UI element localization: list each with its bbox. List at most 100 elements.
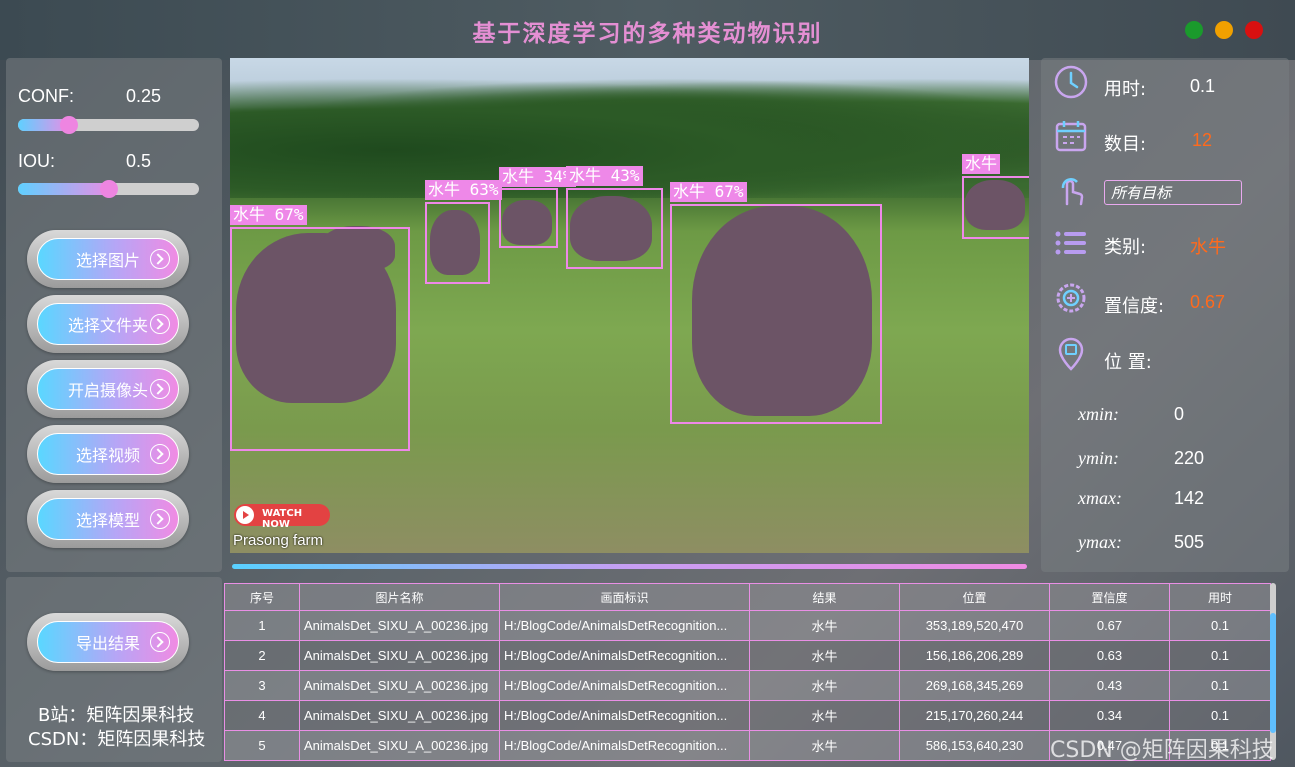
cell-result: 水牛 — [749, 610, 900, 641]
detection-label: 水牛 63% — [425, 180, 502, 200]
iou-slider[interactable] — [18, 180, 199, 198]
detection-box — [425, 202, 490, 284]
column-header[interactable]: 位置 — [899, 583, 1050, 611]
export-button[interactable]: 导出结果 — [27, 613, 189, 671]
cell-filename: AnimalsDet_SIXU_A_00236.jpg — [299, 730, 500, 761]
watch-now-text: WATCH NOW — [262, 508, 303, 530]
select-folder-button[interactable]: 选择文件夹 — [27, 295, 189, 353]
app-title: 基于深度学习的多种类动物识别 — [472, 20, 823, 47]
open-camera-button[interactable]: 开启摄像头 — [27, 360, 189, 418]
select-model-label: 选择模型 — [75, 511, 140, 530]
cell-filename: AnimalsDet_SIXU_A_00236.jpg — [299, 640, 500, 671]
xmax-label: xmax: — [1078, 488, 1122, 508]
location-pin-icon — [1058, 337, 1084, 371]
detection-label: 水牛 43% — [566, 166, 643, 186]
column-header[interactable]: 画面标识 — [499, 583, 750, 611]
column-header[interactable]: 置信度 — [1049, 583, 1170, 611]
column-header[interactable]: 图片名称 — [299, 583, 500, 611]
cell-path: H:/BlogCode/AnimalsDetRecognition... — [499, 730, 750, 761]
chevron-right-icon — [150, 632, 170, 652]
cell-path: H:/BlogCode/AnimalsDetRecognition... — [499, 700, 750, 731]
chevron-right-icon — [150, 314, 170, 334]
video-caption: Prasong farm — [233, 532, 324, 549]
table-row[interactable]: 2 AnimalsDet_SIXU_A_00236.jpg H:/BlogCod… — [224, 640, 1271, 671]
column-header[interactable]: 序号 — [224, 583, 300, 611]
conf-label: CONF: — [18, 86, 74, 106]
csdn-credit: CSDN：矩阵因果科技 — [28, 729, 206, 750]
iou-label: IOU: — [18, 151, 56, 171]
detection-box — [499, 188, 558, 248]
minimize-button[interactable] — [1185, 21, 1203, 39]
cell-index: 3 — [224, 670, 300, 701]
cell-position: 215,170,260,244 — [899, 700, 1050, 731]
chevron-right-icon — [150, 249, 170, 269]
cell-index: 5 — [224, 730, 300, 761]
target-select[interactable]: 所有目标 — [1104, 180, 1242, 205]
select-model-button[interactable]: 选择模型 — [27, 490, 189, 548]
count-label: 数目: — [1104, 134, 1147, 155]
page-watermark: CSDN @矩阵因果科技 — [1050, 738, 1274, 763]
cell-result: 水牛 — [749, 670, 900, 701]
export-label: 导出结果 — [75, 634, 140, 653]
table-row[interactable]: 4 AnimalsDet_SIXU_A_00236.jpg H:/BlogCod… — [224, 700, 1271, 731]
maximize-button[interactable] — [1215, 21, 1233, 39]
detection-box — [566, 188, 663, 269]
select-video-button[interactable]: 选择视频 — [27, 425, 189, 483]
xmin-label: xmin: — [1078, 404, 1119, 424]
video-progress-bar[interactable] — [232, 564, 1027, 569]
cell-time: 0.1 — [1169, 610, 1271, 641]
count-value: 12 — [1192, 130, 1213, 150]
xmin-value: 0 — [1174, 404, 1185, 424]
cell-path: H:/BlogCode/AnimalsDetRecognition... — [499, 640, 750, 671]
time-value: 0.1 — [1190, 76, 1216, 96]
confidence-value: 0.67 — [1190, 292, 1226, 312]
cell-position: 353,189,520,470 — [899, 610, 1050, 641]
conf-value: 0.25 — [126, 86, 162, 106]
cell-position: 156,186,206,289 — [899, 640, 1050, 671]
iou-slider-handle[interactable] — [99, 180, 118, 198]
table-row[interactable]: 1 AnimalsDet_SIXU_A_00236.jpg H:/BlogCod… — [224, 610, 1271, 641]
table-row[interactable]: 3 AnimalsDet_SIXU_A_00236.jpg H:/BlogCod… — [224, 670, 1271, 701]
cell-path: H:/BlogCode/AnimalsDetRecognition... — [499, 670, 750, 701]
pointer-hand-icon — [1061, 178, 1084, 206]
cell-path: H:/BlogCode/AnimalsDetRecognition... — [499, 610, 750, 641]
column-header[interactable]: 结果 — [749, 583, 900, 611]
bilibili-credit: B站：矩阵因果科技 — [38, 705, 195, 726]
cell-confidence: 0.67 — [1049, 610, 1170, 641]
cell-index: 2 — [224, 640, 300, 671]
detection-label: 水牛 67% — [230, 205, 307, 225]
cell-confidence: 0.34 — [1049, 700, 1170, 731]
cell-index: 4 — [224, 700, 300, 731]
confidence-gear-icon — [1056, 283, 1086, 313]
cell-confidence: 0.63 — [1049, 640, 1170, 671]
detection-box — [230, 227, 410, 451]
table-scrollbar-thumb[interactable] — [1270, 613, 1276, 733]
chevron-right-icon — [150, 444, 170, 464]
select-image-button[interactable]: 选择图片 — [27, 230, 189, 288]
clock-icon — [1054, 65, 1088, 99]
time-label: 用时: — [1104, 79, 1147, 100]
class-label: 类别: — [1104, 237, 1147, 258]
close-button[interactable] — [1245, 21, 1263, 39]
conf-slider[interactable] — [18, 116, 199, 134]
table-header-row: 序号 图片名称 画面标识 结果 位置 置信度 用时 — [224, 583, 1271, 611]
iou-value: 0.5 — [126, 151, 152, 171]
column-header[interactable]: 用时 — [1169, 583, 1271, 611]
ymin-value: 220 — [1174, 448, 1205, 468]
iou-slider-fill — [18, 183, 109, 195]
detection-box — [962, 176, 1029, 239]
detection-box — [670, 204, 882, 424]
confidence-label: 置信度: — [1104, 296, 1165, 317]
ymax-label: ymax: — [1078, 532, 1122, 552]
conf-slider-handle[interactable] — [59, 116, 78, 134]
detection-view: 水牛 67% 水牛 63% 水牛 34% 水牛 43% 水牛 67% 水牛 WA… — [230, 58, 1029, 553]
cell-result: 水牛 — [749, 730, 900, 761]
cell-result: 水牛 — [749, 700, 900, 731]
open-camera-label: 开启摄像头 — [67, 381, 148, 400]
ymax-value: 505 — [1174, 532, 1205, 552]
detection-label: 水牛 — [962, 154, 1001, 174]
ymin-label: ymin: — [1078, 448, 1119, 468]
select-folder-label: 选择文件夹 — [67, 316, 148, 335]
select-video-label: 选择视频 — [75, 446, 140, 465]
position-label: 位 置: — [1104, 352, 1152, 373]
